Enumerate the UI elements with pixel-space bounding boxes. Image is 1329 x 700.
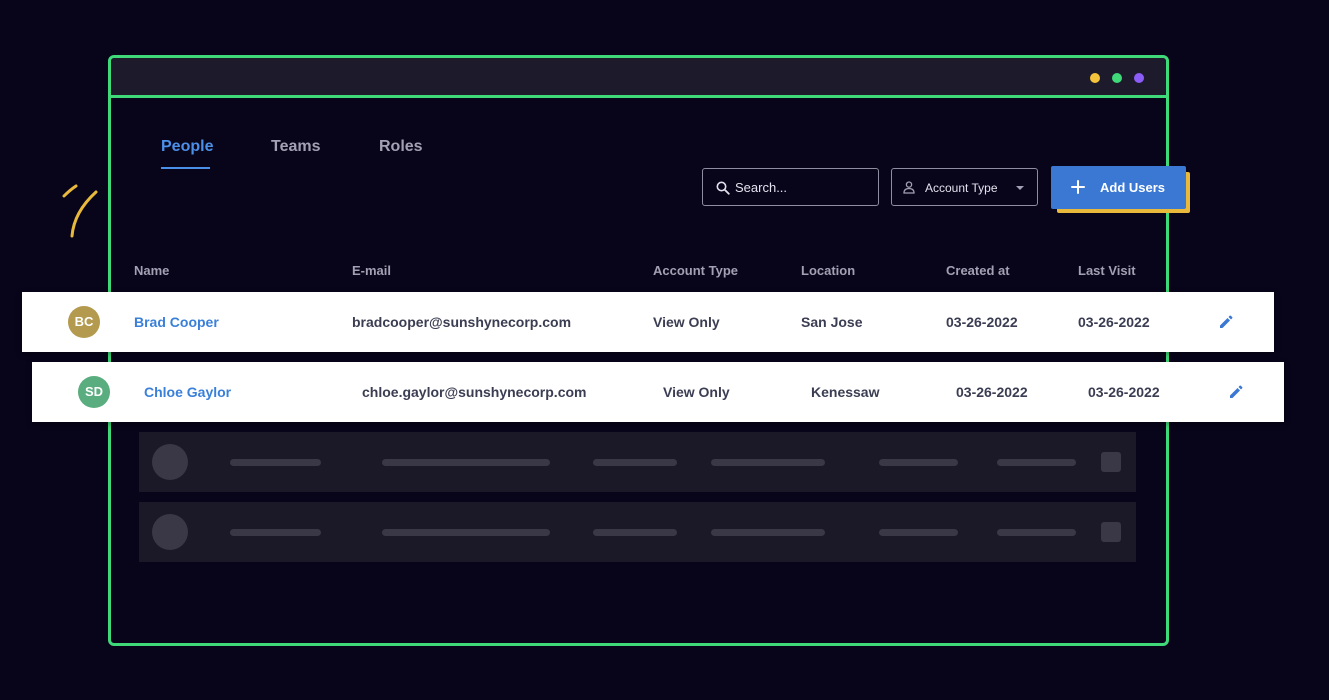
column-header-created-at[interactable]: Created at xyxy=(946,263,1010,278)
skeleton-row xyxy=(139,432,1136,492)
skeleton-bar xyxy=(382,459,550,466)
user-icon xyxy=(903,181,915,194)
skeleton-bar xyxy=(593,529,677,536)
skeleton-bar xyxy=(997,459,1076,466)
plus-icon xyxy=(1071,180,1085,194)
user-name-link[interactable]: Brad Cooper xyxy=(134,314,219,330)
search-input[interactable] xyxy=(735,176,871,198)
user-account-type: View Only xyxy=(653,314,720,330)
skeleton-bar xyxy=(382,529,550,536)
skeleton-bar xyxy=(230,459,321,466)
add-users-label: Add Users xyxy=(1100,180,1166,195)
skeleton-bar xyxy=(879,459,958,466)
pencil-icon[interactable] xyxy=(1218,314,1234,330)
table-row[interactable]: SD Chloe Gaylor chloe.gaylor@sunshynecor… xyxy=(32,362,1284,422)
user-location: San Jose xyxy=(801,314,863,330)
window-dot-green[interactable] xyxy=(1112,73,1122,83)
user-last-visit: 03-26-2022 xyxy=(1078,314,1150,330)
column-header-account-type[interactable]: Account Type xyxy=(653,263,738,278)
skeleton-bar xyxy=(711,529,825,536)
window-titlebar xyxy=(111,58,1166,98)
skeleton-avatar xyxy=(152,444,188,480)
user-name-link[interactable]: Chloe Gaylor xyxy=(144,384,231,400)
user-created-at: 03-26-2022 xyxy=(946,314,1018,330)
active-tab-indicator xyxy=(161,167,210,169)
column-header-name[interactable]: Name xyxy=(134,263,169,278)
skeleton-bar xyxy=(997,529,1076,536)
add-users-button[interactable]: Add Users xyxy=(1051,166,1186,209)
tab-people[interactable]: People xyxy=(161,138,213,156)
chevron-down-icon xyxy=(1016,186,1024,190)
user-email: chloe.gaylor@sunshynecorp.com xyxy=(362,384,587,400)
skeleton-bar xyxy=(879,529,958,536)
skeleton-row xyxy=(139,502,1136,562)
account-type-filter[interactable]: Account Type xyxy=(891,168,1038,206)
window-dot-yellow[interactable] xyxy=(1090,73,1100,83)
skeleton-action xyxy=(1101,522,1121,542)
skeleton-action xyxy=(1101,452,1121,472)
tab-teams[interactable]: Teams xyxy=(271,138,321,156)
user-created-at: 03-26-2022 xyxy=(956,384,1028,400)
user-location: Kenessaw xyxy=(811,384,880,400)
skeleton-bar xyxy=(711,459,825,466)
user-account-type: View Only xyxy=(663,384,730,400)
window-dot-purple[interactable] xyxy=(1134,73,1144,83)
decorative-spark-doodle xyxy=(62,184,98,238)
search-box xyxy=(702,168,879,206)
skeleton-bar xyxy=(230,529,321,536)
skeleton-avatar xyxy=(152,514,188,550)
avatar: BC xyxy=(68,306,100,338)
column-header-email[interactable]: E-mail xyxy=(352,263,391,278)
column-header-last-visit[interactable]: Last Visit xyxy=(1078,263,1136,278)
search-icon xyxy=(716,181,730,195)
avatar: SD xyxy=(78,376,110,408)
pencil-icon[interactable] xyxy=(1228,384,1244,400)
column-header-location[interactable]: Location xyxy=(801,263,855,278)
user-last-visit: 03-26-2022 xyxy=(1088,384,1160,400)
skeleton-bar xyxy=(593,459,677,466)
table-row[interactable]: BC Brad Cooper bradcooper@sunshynecorp.c… xyxy=(22,292,1274,352)
user-email: bradcooper@sunshynecorp.com xyxy=(352,314,572,330)
account-type-filter-label: Account Type xyxy=(925,181,998,195)
tab-roles[interactable]: Roles xyxy=(379,138,423,156)
